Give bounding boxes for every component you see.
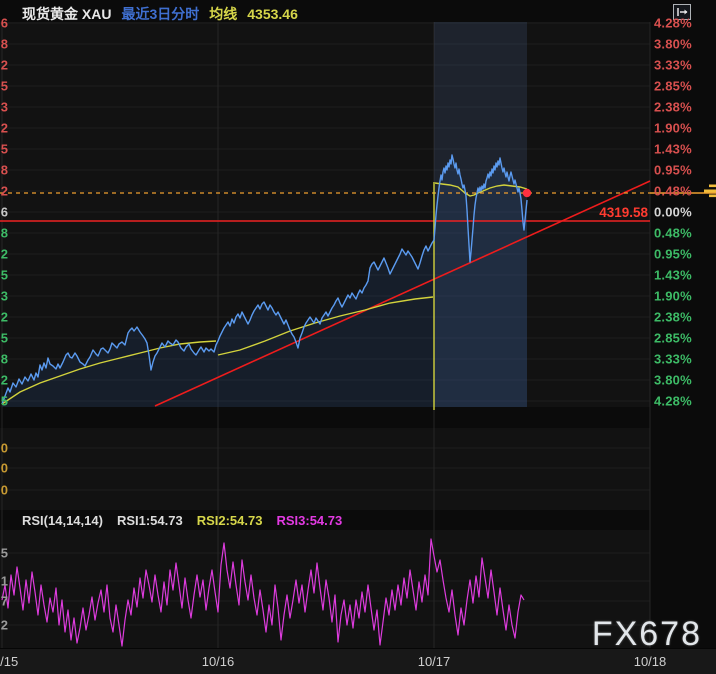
percent-label-up: 1.90% [654,121,692,136]
price-axis-digit: 5 [0,79,8,94]
chart-app-window: 现货黄金 XAU 最近3日分时 均线 4353.46 4319.58 RSI(1… [0,0,716,674]
price-axis-digit: 3 [0,289,8,304]
percent-label-up: 1.43% [654,142,692,157]
price-axis-digit: 5 [0,394,8,409]
price-marker-icon [709,185,716,188]
rsi-name: RSI(14,14,14) [22,513,103,528]
price-axis-digit: 2 [0,58,8,73]
percent-label-up: 3.33% [654,58,692,73]
percent-label-down: 4.28% [654,394,692,409]
price-axis-digit: 2 [0,247,8,262]
percent-label-up: 4.28% [654,16,692,31]
rsi-line[interactable] [2,539,524,646]
percent-label-up: 0.95% [654,163,692,178]
percent-label-down: 2.38% [654,310,692,325]
percent-label-up: 0.48% [654,184,692,199]
price-axis-digit: 6 [0,16,8,31]
percent-label-down: 3.80% [654,373,692,388]
time-axis-label: 10/16 [202,654,235,669]
percent-label-down: 2.85% [654,331,692,346]
price-axis-digit: 5 [0,268,8,283]
last-price-dot [523,189,531,197]
percent-label-zero: 0.00% [654,205,692,220]
rsi-axis-digit: 5 [0,546,8,561]
chart-canvas[interactable] [0,0,716,674]
indicator-axis-digit: 0 [0,483,8,498]
indicator-axis-digit: 0 [0,461,8,476]
price-axis-digit: 2 [0,121,8,136]
rsi-axis-digit: 2 [0,618,8,633]
price-axis-digit: 8 [0,352,8,367]
rsi-axis-digit: 7 [0,594,8,609]
time-axis[interactable]: 10/15 10/16 10/17 10/18 [0,648,716,674]
percent-label-down: 1.90% [654,289,692,304]
indicator-axis-digit: 0 [0,441,8,456]
time-axis-label: 10/18 [634,654,667,669]
rsi2-value: RSI2:54.73 [197,513,263,528]
price-marker-icon [709,195,716,198]
price-axis-digit: 5 [0,142,8,157]
percent-label-up: 2.85% [654,79,692,94]
rsi-header: RSI(14,14,14) RSI1:54.73 RSI2:54.73 RSI3… [22,512,342,528]
price-axis-digit: 8 [0,226,8,241]
price-axis-digit: 8 [0,37,8,52]
percent-label-down: 0.48% [654,226,692,241]
percent-label-up: 3.80% [654,37,692,52]
rsi1-value: RSI1:54.73 [117,513,183,528]
price-axis-digit: 5 [0,331,8,346]
percent-label-down: 3.33% [654,352,692,367]
price-axis-digit: 3 [0,100,8,115]
rsi-axis-digit: 1 [0,574,8,589]
time-axis-label: 10/15 [0,654,18,669]
rsi3-value: RSI3:54.73 [276,513,342,528]
price-axis-digit: 2 [0,184,8,199]
price-axis-digit: 8 [0,163,8,178]
price-marker-icon [704,190,716,193]
percent-label-up: 2.38% [654,100,692,115]
price-axis-digit: 2 [0,373,8,388]
price-axis-digit: 6 [0,205,8,220]
price-axis-digit: 2 [0,310,8,325]
reference-price-label: 4319.58 [599,205,648,220]
percent-label-down: 1.43% [654,268,692,283]
percent-label-down: 0.95% [654,247,692,262]
time-axis-label: 10/17 [418,654,451,669]
